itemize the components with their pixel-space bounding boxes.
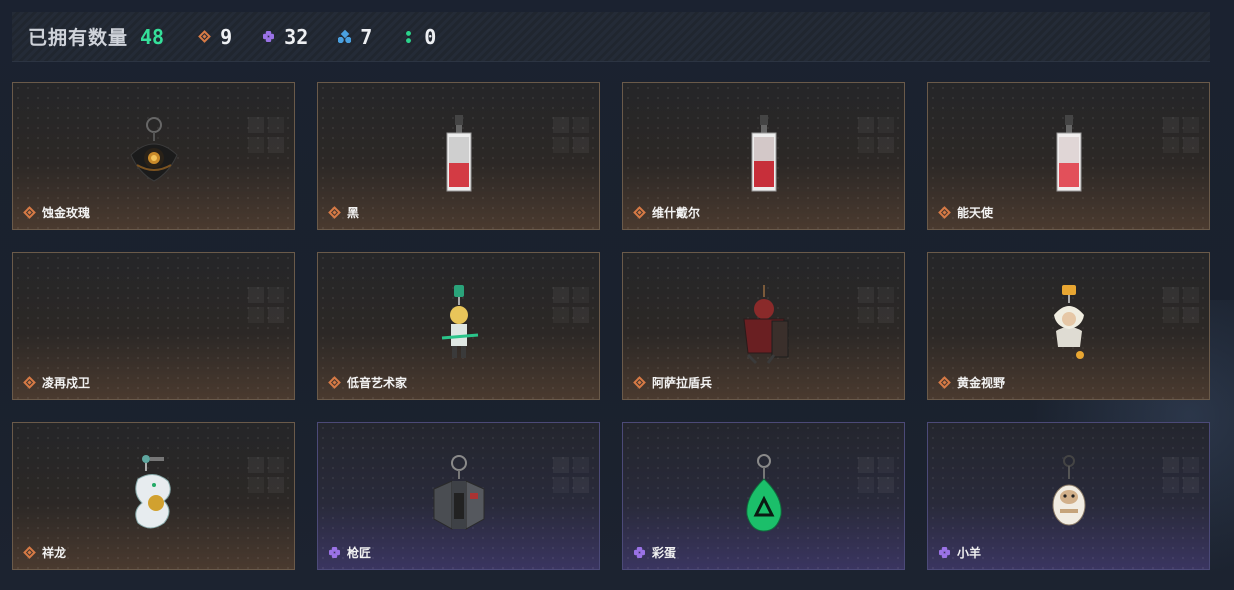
orange-diamond-icon — [633, 206, 646, 219]
corner-decoration — [553, 287, 589, 323]
corner-decoration — [858, 287, 894, 323]
charm-card[interactable]: 阿萨拉盾兵 — [622, 252, 905, 400]
gunsmith-charm-image — [433, 455, 484, 530]
lamb-charm-image — [1052, 455, 1085, 526]
card-charm-image — [751, 115, 776, 192]
figure-charm-image — [1053, 285, 1084, 359]
orange-diamond-icon — [23, 546, 36, 559]
charm-name: 黄金视野 — [957, 376, 1006, 390]
owned-label: 已拥有数量 — [28, 27, 129, 49]
stat-purple: 32 — [262, 25, 308, 49]
charm-card[interactable]: 黑 — [317, 82, 600, 230]
corner-decoration — [248, 287, 284, 323]
charm-card[interactable]: 彩蛋 — [622, 422, 905, 570]
corner-decoration — [1163, 117, 1199, 153]
orange-diamond-icon — [23, 206, 36, 219]
orange-diamond-icon — [938, 206, 951, 219]
charm-card[interactable]: 能天使 — [927, 82, 1210, 230]
charm-name: 维什戴尔 — [652, 206, 701, 220]
charm-card[interactable]: 凌再戍卫 — [12, 252, 295, 400]
purple-diamond-icon — [262, 30, 276, 44]
charm-name: 枪匠 — [347, 546, 372, 560]
orange-diamond-icon — [328, 206, 341, 219]
purple-diamond-icon — [328, 546, 341, 559]
orange-diamond-icon — [23, 376, 36, 389]
charm-grid: 蚀金玫瑰 黑 维什戴尔 能天使 凌再戍卫 低音艺术家 阿萨拉盾兵 黄金视野 祥龙… — [12, 82, 1210, 570]
charm-name: 彩蛋 — [652, 546, 677, 560]
charm-name: 能天使 — [957, 206, 994, 220]
owned-count: 48 — [140, 24, 165, 49]
charm-name: 祥龙 — [42, 546, 67, 560]
corner-decoration — [1163, 287, 1199, 323]
charm-name: 小羊 — [957, 546, 982, 560]
stat-orange: 9 — [198, 25, 232, 49]
charm-card[interactable]: 枪匠 — [317, 422, 600, 570]
corner-decoration — [553, 117, 589, 153]
charm-name: 蚀金玫瑰 — [42, 206, 91, 220]
orange-diamond-icon — [938, 376, 951, 389]
purple-diamond-icon — [633, 546, 646, 559]
charm-name: 低音艺术家 — [347, 376, 408, 390]
card-charm-image — [1056, 115, 1081, 192]
green-dots-icon — [402, 30, 416, 44]
figure-charm-image — [441, 285, 478, 358]
stat-green-value: 0 — [424, 24, 437, 49]
corner-decoration — [248, 117, 284, 153]
owned-summary-bar: 已拥有数量 48 9 32 7 0 — [12, 12, 1210, 62]
stat-green: 0 — [402, 25, 436, 49]
charm-name: 凌再戍卫 — [42, 376, 91, 390]
charm-card[interactable]: 低音艺术家 — [317, 252, 600, 400]
corner-decoration — [858, 457, 894, 493]
stat-blue-value: 7 — [360, 24, 373, 49]
corner-decoration — [553, 457, 589, 493]
dragon-charm-image — [134, 455, 171, 529]
corner-decoration — [248, 457, 284, 493]
purple-diamond-icon — [938, 546, 951, 559]
shield-soldier-charm-image — [742, 285, 788, 365]
orange-diamond-icon — [198, 30, 212, 44]
orange-diamond-icon — [633, 376, 646, 389]
rose-charm-image — [129, 117, 178, 182]
charm-card[interactable]: 蚀金玫瑰 — [12, 82, 295, 230]
corner-decoration — [858, 117, 894, 153]
blue-diamond-icon — [338, 30, 352, 44]
charm-name: 黑 — [347, 206, 360, 220]
charm-card[interactable]: 小羊 — [927, 422, 1210, 570]
card-charm-image — [446, 115, 471, 192]
stat-blue: 7 — [338, 25, 372, 49]
orange-diamond-icon — [328, 376, 341, 389]
charm-name: 阿萨拉盾兵 — [652, 376, 713, 390]
stat-purple-value: 32 — [284, 24, 309, 49]
corner-decoration — [1163, 457, 1199, 493]
charm-card[interactable]: 维什戴尔 — [622, 82, 905, 230]
charm-card[interactable]: 祥龙 — [12, 422, 295, 570]
stat-orange-value: 9 — [220, 24, 233, 49]
egg-charm-image — [745, 454, 782, 532]
charm-card[interactable]: 黄金视野 — [927, 252, 1210, 400]
